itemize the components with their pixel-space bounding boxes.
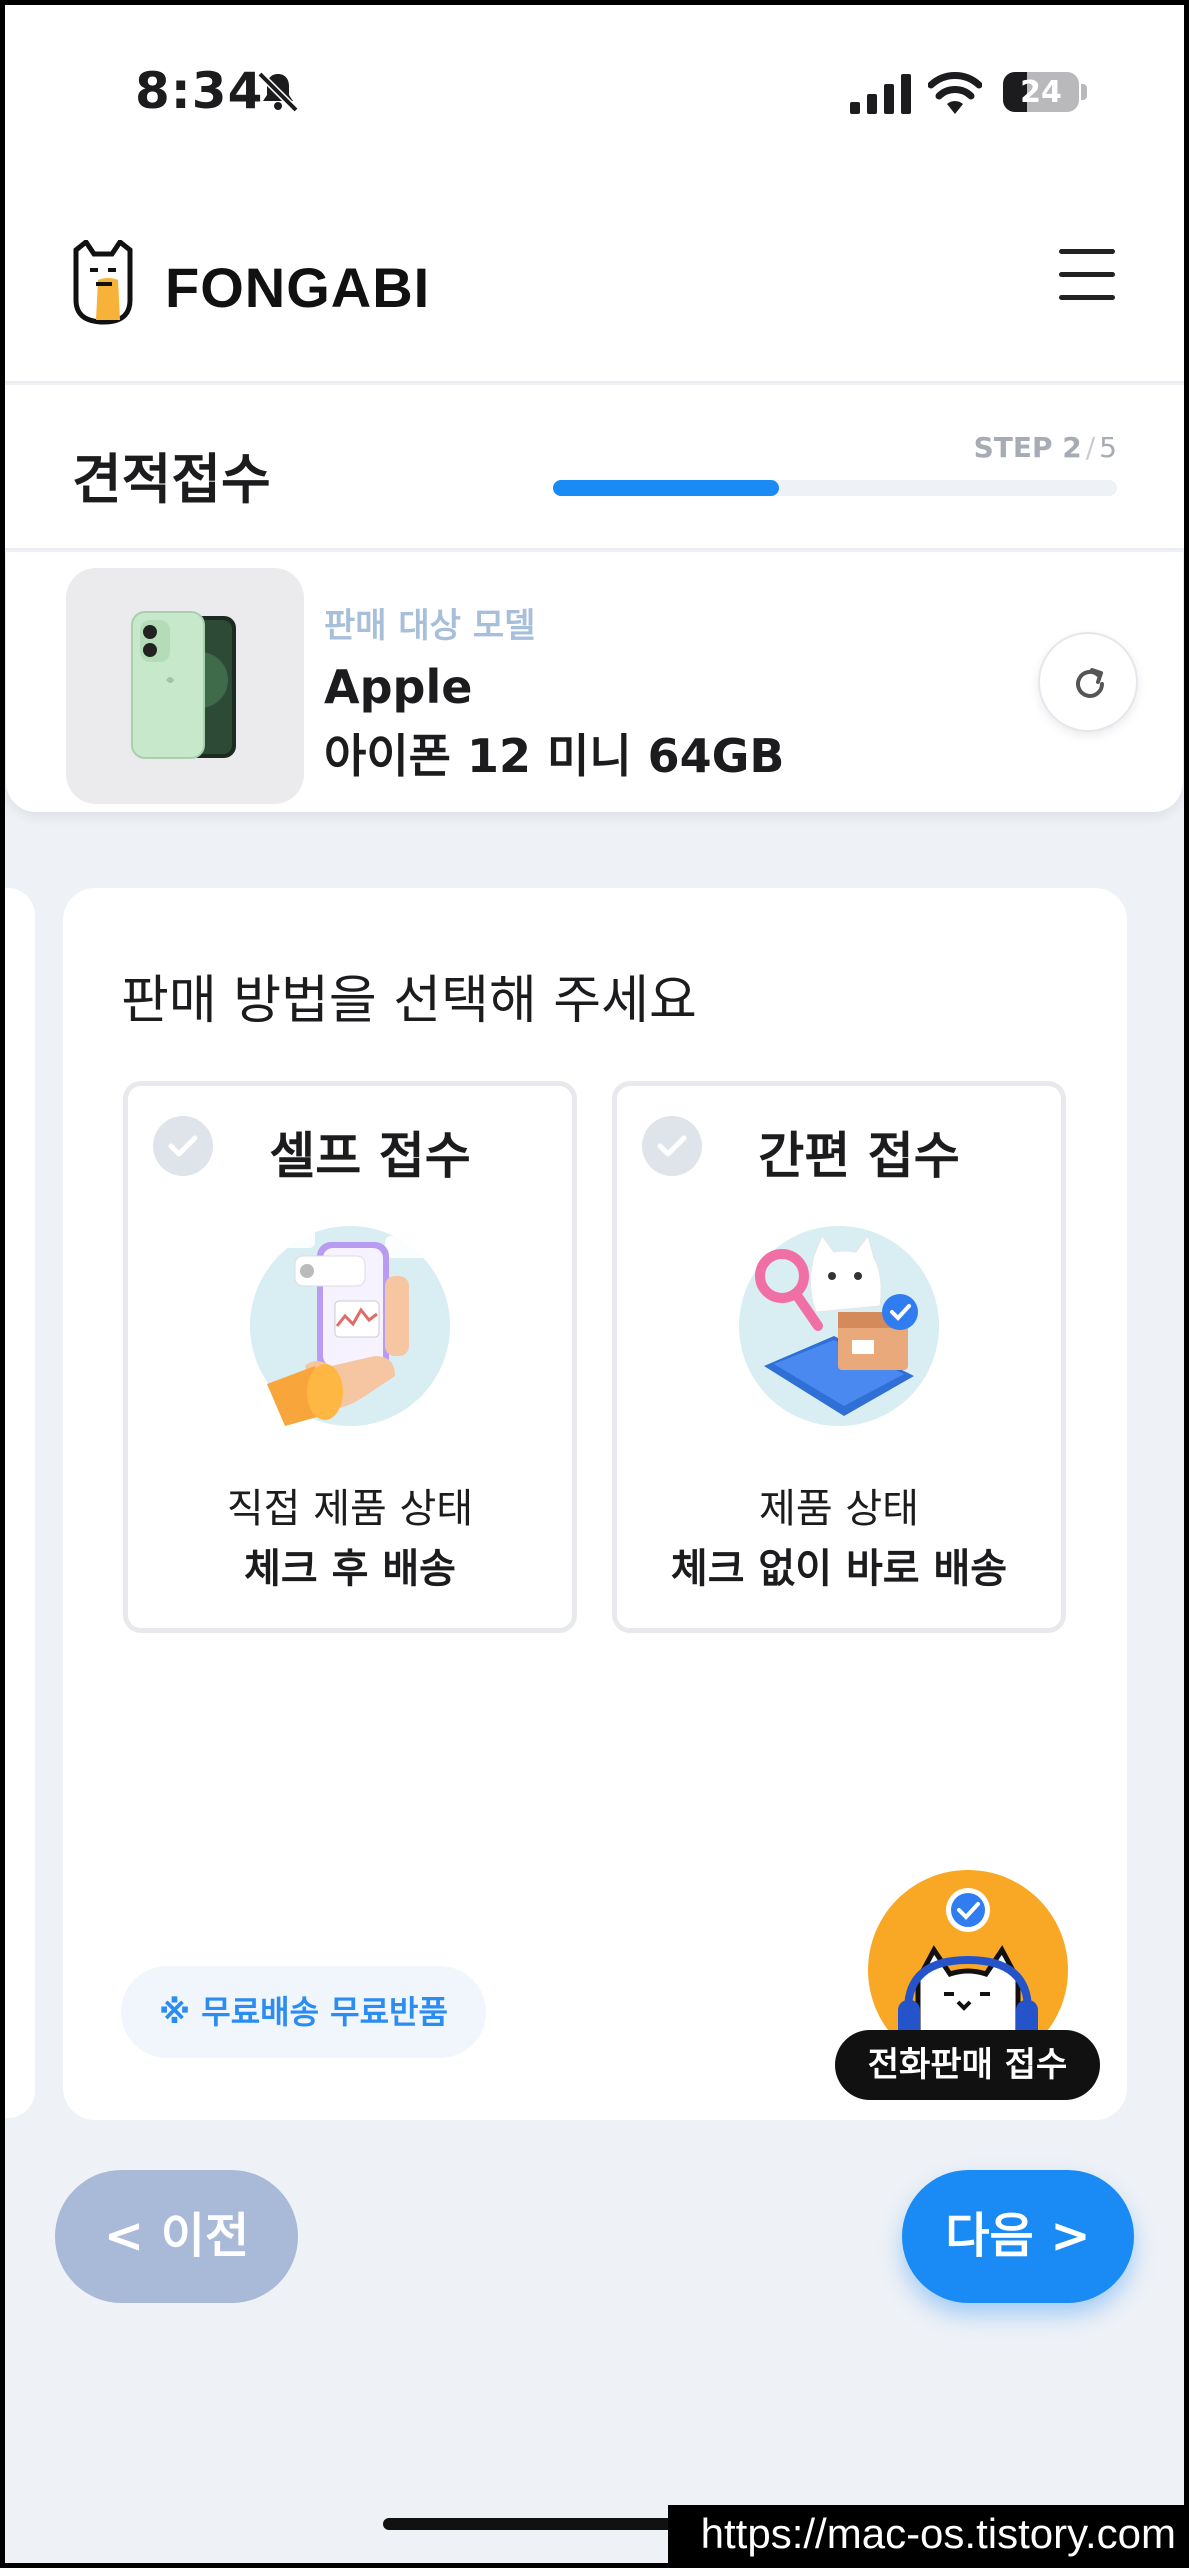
step-indicator: STEP 2/5	[974, 431, 1117, 464]
option-desc-bold: 체크 후 배송	[244, 1546, 456, 1592]
battery-cap	[1081, 84, 1087, 100]
phone-sale-button[interactable]: 전화판매 접수	[835, 1870, 1105, 2100]
step-total: 5	[1099, 431, 1117, 464]
cat-box-illustration	[739, 1226, 939, 1426]
wifi-icon	[928, 72, 982, 114]
option-self-submit[interactable]: 셀프 접수 직접 제품 상태 체크 후 배송	[123, 1081, 577, 1633]
next-button[interactable]: 다음 >	[902, 2170, 1134, 2303]
step-current: 2	[1062, 431, 1082, 464]
model-thumbnail	[66, 568, 304, 804]
model-brand: Apple	[324, 660, 473, 714]
previous-card-peek	[0, 888, 35, 2118]
model-name: 아이폰 12 미니 64GB	[324, 729, 785, 783]
option-desc: 직접 제품 상태	[226, 1486, 474, 1532]
prev-button[interactable]: < 이전	[55, 2170, 298, 2303]
signal-icon	[850, 74, 911, 114]
battery-icon: 24	[1003, 72, 1079, 112]
sale-method-question: 판매 방법을 선택해 주세요	[121, 971, 697, 1031]
model-card: 판매 대상 모델 Apple 아이폰 12 미니 64GB	[6, 552, 1183, 812]
option-easy-submit[interactable]: 간편 접수 제품 상태 체크 없이 바로 배송	[612, 1081, 1066, 1633]
phone-sale-label: 전화판매 접수	[835, 2030, 1100, 2100]
free-shipping-badge: ※ 무료배송 무료반품	[121, 1966, 486, 2058]
iphone-image	[131, 611, 236, 759]
progress-fill	[553, 480, 779, 496]
step-label: STEP	[973, 431, 1053, 464]
hamburger-menu-icon[interactable]	[1055, 247, 1117, 303]
step-separator: /	[1085, 431, 1096, 464]
bell-muted-icon	[257, 71, 299, 113]
watermark: https://mac-os.tistory.com	[668, 2505, 1184, 2563]
model-caption: 판매 대상 모델	[324, 606, 536, 646]
brand-logo[interactable]: FONGABI	[165, 255, 430, 320]
step-section: 견적접수 STEP 2/5	[0, 385, 1189, 550]
option-desc: 제품 상태	[759, 1486, 919, 1532]
progress-bar	[553, 480, 1117, 496]
option-title: 셀프 접수	[269, 1127, 471, 1185]
hand-phone-illustration	[250, 1226, 450, 1426]
page-title: 견적접수	[72, 448, 271, 511]
cat-logo-icon[interactable]	[68, 240, 148, 330]
status-time: 8:34	[135, 62, 264, 120]
status-bar: 8:34 24	[0, 0, 1189, 185]
refresh-icon	[1076, 668, 1104, 698]
option-title: 간편 접수	[758, 1127, 960, 1185]
battery-percent: 24	[1020, 75, 1062, 110]
option-desc-bold: 체크 없이 바로 배송	[670, 1546, 1008, 1592]
refresh-button[interactable]	[1038, 632, 1138, 732]
app-header: FONGABI	[0, 185, 1189, 383]
